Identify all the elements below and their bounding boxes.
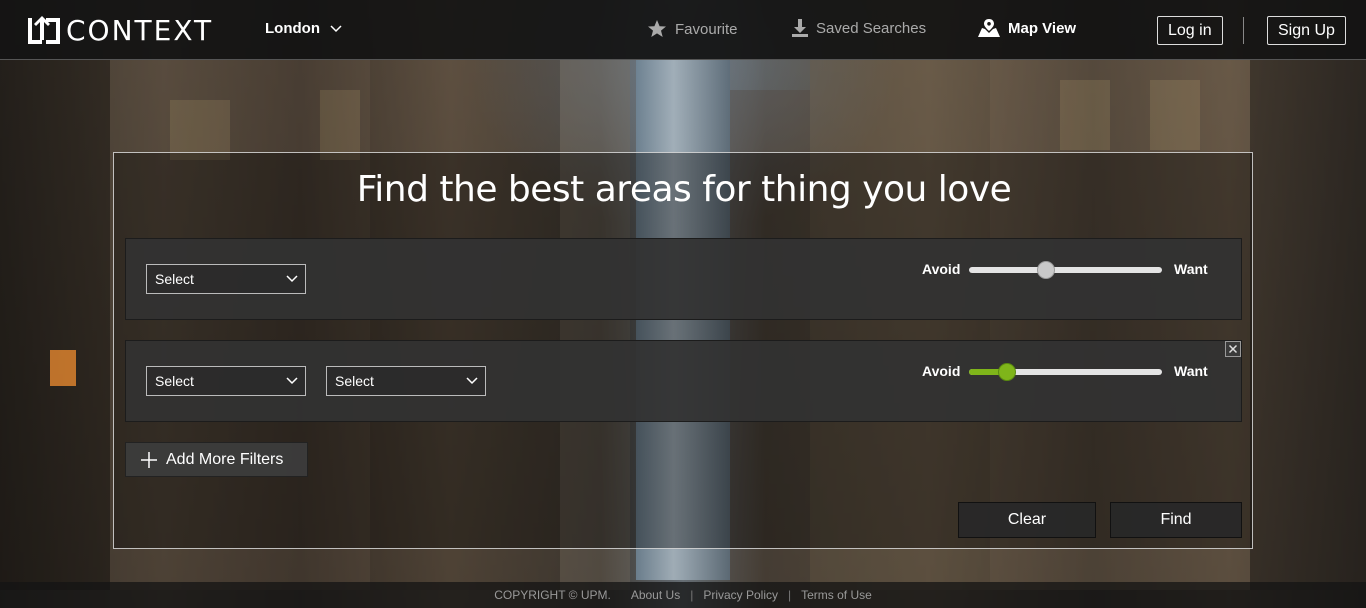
avoid-label: Avoid (922, 261, 961, 277)
logo-icon (26, 14, 62, 46)
saved-searches-link[interactable]: Saved Searches (792, 19, 926, 37)
search-panel: Find the best areas for thing you love S… (113, 152, 1253, 549)
plus-icon (141, 451, 157, 468)
privacy-link[interactable]: Privacy Policy (703, 588, 778, 602)
avoid-label: Avoid (922, 363, 961, 379)
remove-filter-button[interactable] (1225, 341, 1241, 357)
about-link[interactable]: About Us (631, 588, 680, 602)
nav-divider (1243, 17, 1244, 44)
slider-thumb[interactable] (1037, 261, 1055, 279)
signup-button[interactable]: Sign Up (1267, 16, 1346, 45)
want-label: Want (1174, 261, 1208, 277)
category-select[interactable]: Select (146, 264, 306, 294)
category-select[interactable]: Select (146, 366, 306, 396)
chevron-down-icon (330, 24, 342, 32)
filter-row: Select Avoid Want (125, 238, 1242, 320)
city-selector[interactable]: London (265, 20, 342, 37)
saved-searches-label: Saved Searches (816, 19, 927, 37)
city-label: London (265, 20, 320, 37)
preference-slider[interactable] (969, 363, 1162, 381)
top-navbar: CONTEXT London Favourite Saved Searches … (0, 0, 1366, 60)
map-view-link[interactable]: Map View (978, 19, 1076, 37)
close-icon (1228, 344, 1238, 354)
want-label: Want (1174, 363, 1208, 379)
chevron-down-icon (286, 275, 298, 283)
terms-link[interactable]: Terms of Use (801, 588, 872, 602)
select-value: Select (155, 373, 194, 389)
subcategory-select[interactable]: Select (326, 366, 486, 396)
copyright-text: COPYRIGHT © UPM. (494, 588, 611, 602)
chevron-down-icon (286, 377, 298, 385)
add-filters-label: Add More Filters (166, 450, 284, 468)
select-value: Select (335, 373, 374, 389)
favourite-label: Favourite (675, 20, 738, 38)
download-icon (792, 19, 808, 37)
find-button[interactable]: Find (1110, 502, 1242, 538)
login-button[interactable]: Log in (1157, 16, 1223, 45)
add-more-filters-button[interactable]: Add More Filters (125, 442, 308, 477)
slider-thumb[interactable] (998, 363, 1016, 381)
brand-name: CONTEXT (66, 13, 214, 47)
clear-button[interactable]: Clear (958, 502, 1096, 538)
select-value: Select (155, 271, 194, 287)
logo[interactable]: CONTEXT (26, 13, 214, 47)
map-view-label: Map View (1008, 19, 1077, 37)
chevron-down-icon (466, 377, 478, 385)
filter-row: Select Select Avoid Want (125, 340, 1242, 422)
star-icon (648, 20, 666, 37)
footer: COPYRIGHT © UPM. About Us | Privacy Poli… (0, 582, 1366, 608)
favourite-link[interactable]: Favourite (647, 19, 738, 39)
preference-slider[interactable] (969, 261, 1162, 279)
map-icon (978, 19, 1000, 37)
page-title: Find the best areas for thing you love (356, 169, 1012, 210)
